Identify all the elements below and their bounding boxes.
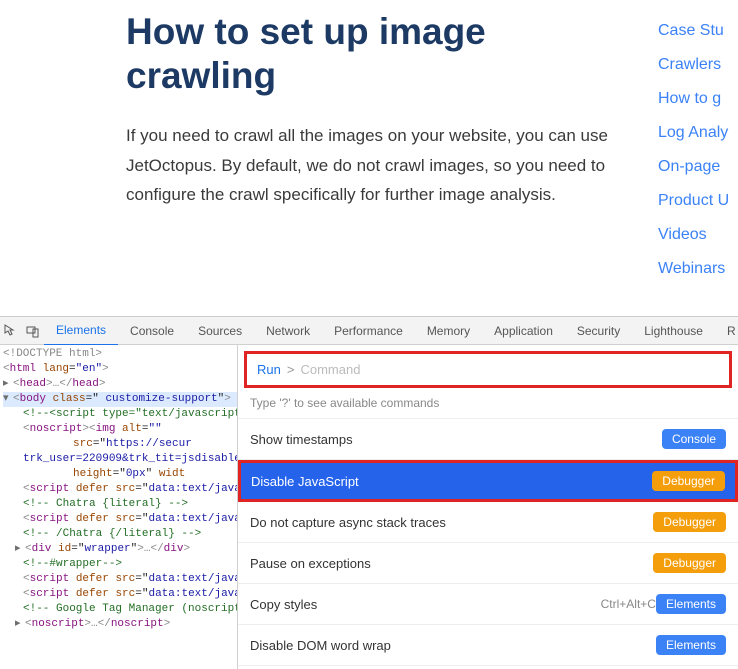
command-run-box: Run > — [244, 351, 732, 388]
tab-memory[interactable]: Memory — [415, 317, 482, 345]
command-label: Disable DOM word wrap — [250, 638, 656, 653]
sidebar-link[interactable]: On-page — [658, 158, 738, 176]
command-label: Pause on exceptions — [250, 556, 653, 571]
command-badge: Debugger — [653, 512, 726, 532]
tab-more[interactable]: R — [715, 317, 738, 345]
sidebar-link[interactable]: Webinars — [658, 260, 738, 278]
command-badge: Debugger — [652, 471, 725, 491]
command-shortcut: Ctrl+Alt+C — [601, 597, 656, 611]
command-item-selected[interactable]: Disable JavaScript Debugger — [238, 460, 738, 502]
sidebar-link[interactable]: Product U — [658, 192, 738, 210]
source-line: <!DOCTYPE html> — [3, 348, 102, 360]
command-item[interactable]: Do not capture async stack traces Debugg… — [238, 502, 738, 543]
command-badge: Elements — [656, 635, 726, 655]
sidebar-link[interactable]: How to g — [658, 90, 738, 108]
command-badge: Debugger — [653, 553, 726, 573]
tab-performance[interactable]: Performance — [322, 317, 415, 345]
command-label: Copy styles — [250, 597, 591, 612]
devtools-panel: Elements Console Sources Network Perform… — [0, 316, 738, 669]
tab-console[interactable]: Console — [118, 317, 186, 345]
command-label: Show timestamps — [250, 432, 662, 447]
command-item[interactable]: Show timestamps Console — [238, 419, 738, 460]
article-body: If you need to crawl all the images on y… — [126, 121, 628, 210]
run-label: Run — [257, 362, 281, 377]
tab-lighthouse[interactable]: Lighthouse — [632, 317, 715, 345]
command-item[interactable]: Disable DOM word wrap Elements — [238, 625, 738, 666]
tab-security[interactable]: Security — [565, 317, 632, 345]
command-badge: Console — [662, 429, 726, 449]
sidebar-link[interactable]: Videos — [658, 226, 738, 244]
sidebar-links: Case Stu Crawlers How to g Log Analy On-… — [658, 0, 738, 316]
command-input[interactable] — [300, 362, 719, 377]
article: How to set up image crawling If you need… — [100, 0, 658, 316]
elements-source-tree[interactable]: <!DOCTYPE html> <html lang="en"> ▸<head>… — [0, 345, 237, 669]
tab-network[interactable]: Network — [254, 317, 322, 345]
inspect-icon[interactable] — [4, 320, 18, 342]
command-menu: Run > Type '?' to see available commands… — [237, 345, 738, 669]
tab-application[interactable]: Application — [482, 317, 565, 345]
command-badge: Elements — [656, 594, 726, 614]
sidebar-link[interactable]: Crawlers — [658, 56, 738, 74]
run-separator: > — [287, 362, 295, 377]
tab-elements[interactable]: Elements — [44, 316, 118, 346]
sidebar-link[interactable]: Case Stu — [658, 22, 738, 40]
command-hint: Type '?' to see available commands — [238, 388, 738, 419]
sidebar-link[interactable]: Log Analy — [658, 124, 738, 142]
command-list: Show timestamps Console Disable JavaScri… — [238, 419, 738, 669]
page-content: How to set up image crawling If you need… — [0, 0, 738, 316]
devtools-tabbar: Elements Console Sources Network Perform… — [0, 317, 738, 345]
command-label: Disable JavaScript — [251, 474, 652, 489]
command-label: Do not capture async stack traces — [250, 515, 653, 530]
tab-sources[interactable]: Sources — [186, 317, 254, 345]
device-icon[interactable] — [26, 320, 40, 342]
article-title: How to set up image crawling — [126, 10, 628, 99]
command-item[interactable]: Pause on exceptions Debugger — [238, 543, 738, 584]
command-item[interactable]: Copy styles Ctrl+Alt+C Elements — [238, 584, 738, 625]
